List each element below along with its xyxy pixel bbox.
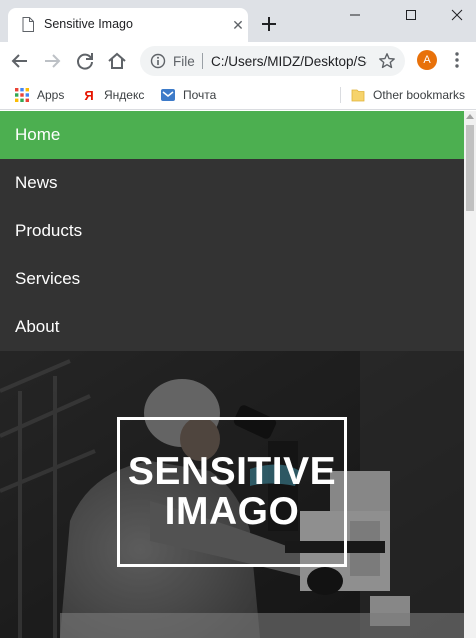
back-arrow-icon[interactable]	[9, 50, 31, 72]
bookmark-label: Apps	[37, 88, 65, 102]
browser-tab-strip: Sensitive Imago ✕	[0, 0, 476, 42]
browser-toolbar: File C:/Users/MIDZ/Desktop/Sensitive Ima…	[0, 42, 476, 80]
hero-title: SENSITIVE IMAGO	[122, 452, 342, 532]
document-icon	[22, 17, 34, 32]
mail-icon	[161, 89, 175, 101]
bookmark-apps[interactable]: Apps	[14, 85, 64, 105]
scroll-up-arrow-icon[interactable]	[466, 114, 474, 119]
close-window-icon[interactable]	[442, 4, 472, 26]
other-bookmarks-label: Other bookmarks	[373, 88, 466, 102]
close-tab-icon[interactable]: ✕	[230, 17, 246, 33]
tab-title: Sensitive Imago	[44, 17, 133, 31]
reload-icon[interactable]	[74, 50, 96, 72]
hero-title-line: IMAGO	[164, 490, 300, 533]
maximize-icon[interactable]	[396, 4, 426, 26]
bookmark-star-icon[interactable]	[378, 52, 396, 70]
browser-tab[interactable]: Sensitive Imago ✕	[8, 8, 248, 42]
forward-arrow-icon[interactable]	[41, 50, 63, 72]
address-bar[interactable]: File C:/Users/MIDZ/Desktop/Sensitive Ima…	[140, 46, 405, 76]
apps-grid-icon	[15, 88, 29, 102]
nav-link-products[interactable]: Products	[0, 207, 464, 255]
yandex-icon: Я	[81, 87, 97, 103]
minimize-icon[interactable]	[340, 4, 370, 26]
bookmark-mail[interactable]: Почта	[160, 85, 216, 105]
page-scrollbar[interactable]	[464, 111, 476, 638]
profile-avatar[interactable]: A	[417, 50, 437, 70]
scheme-label: File	[173, 54, 195, 69]
home-icon[interactable]	[106, 50, 128, 72]
page-viewport: Home News Products Services About SENSIT…	[0, 111, 464, 638]
bookmarks-divider	[340, 87, 341, 103]
bookmark-yandex[interactable]: Я Яндекс	[81, 85, 144, 105]
nav-link-home[interactable]: Home	[0, 111, 464, 159]
more-menu-icon[interactable]	[451, 51, 463, 69]
site-navigation: Home News Products Services About	[0, 111, 464, 351]
url-text[interactable]: C:/Users/MIDZ/Desktop/Sensitive Imago/in…	[211, 54, 367, 69]
bookmark-label: Яндекс	[104, 88, 145, 102]
nav-link-news[interactable]: News	[0, 159, 464, 207]
hero-title-line: SENSITIVE	[127, 450, 337, 493]
scrollbar-thumb[interactable]	[466, 125, 474, 211]
hero-section: SENSITIVE IMAGO	[0, 351, 464, 638]
other-bookmarks[interactable]: Other bookmarks	[350, 85, 465, 105]
nav-link-about[interactable]: About	[0, 303, 464, 351]
bookmark-label: Почта	[183, 88, 217, 102]
folder-icon	[351, 89, 365, 102]
bookmarks-bar: Apps Я Яндекс Почта Other bookmarks	[0, 80, 476, 110]
omnibox-divider	[202, 53, 203, 69]
info-icon[interactable]	[150, 53, 166, 69]
nav-link-services[interactable]: Services	[0, 255, 464, 303]
svg-text:Я: Я	[84, 88, 93, 103]
new-tab-icon[interactable]	[259, 14, 279, 34]
hero-title-box: SENSITIVE IMAGO	[117, 417, 347, 567]
